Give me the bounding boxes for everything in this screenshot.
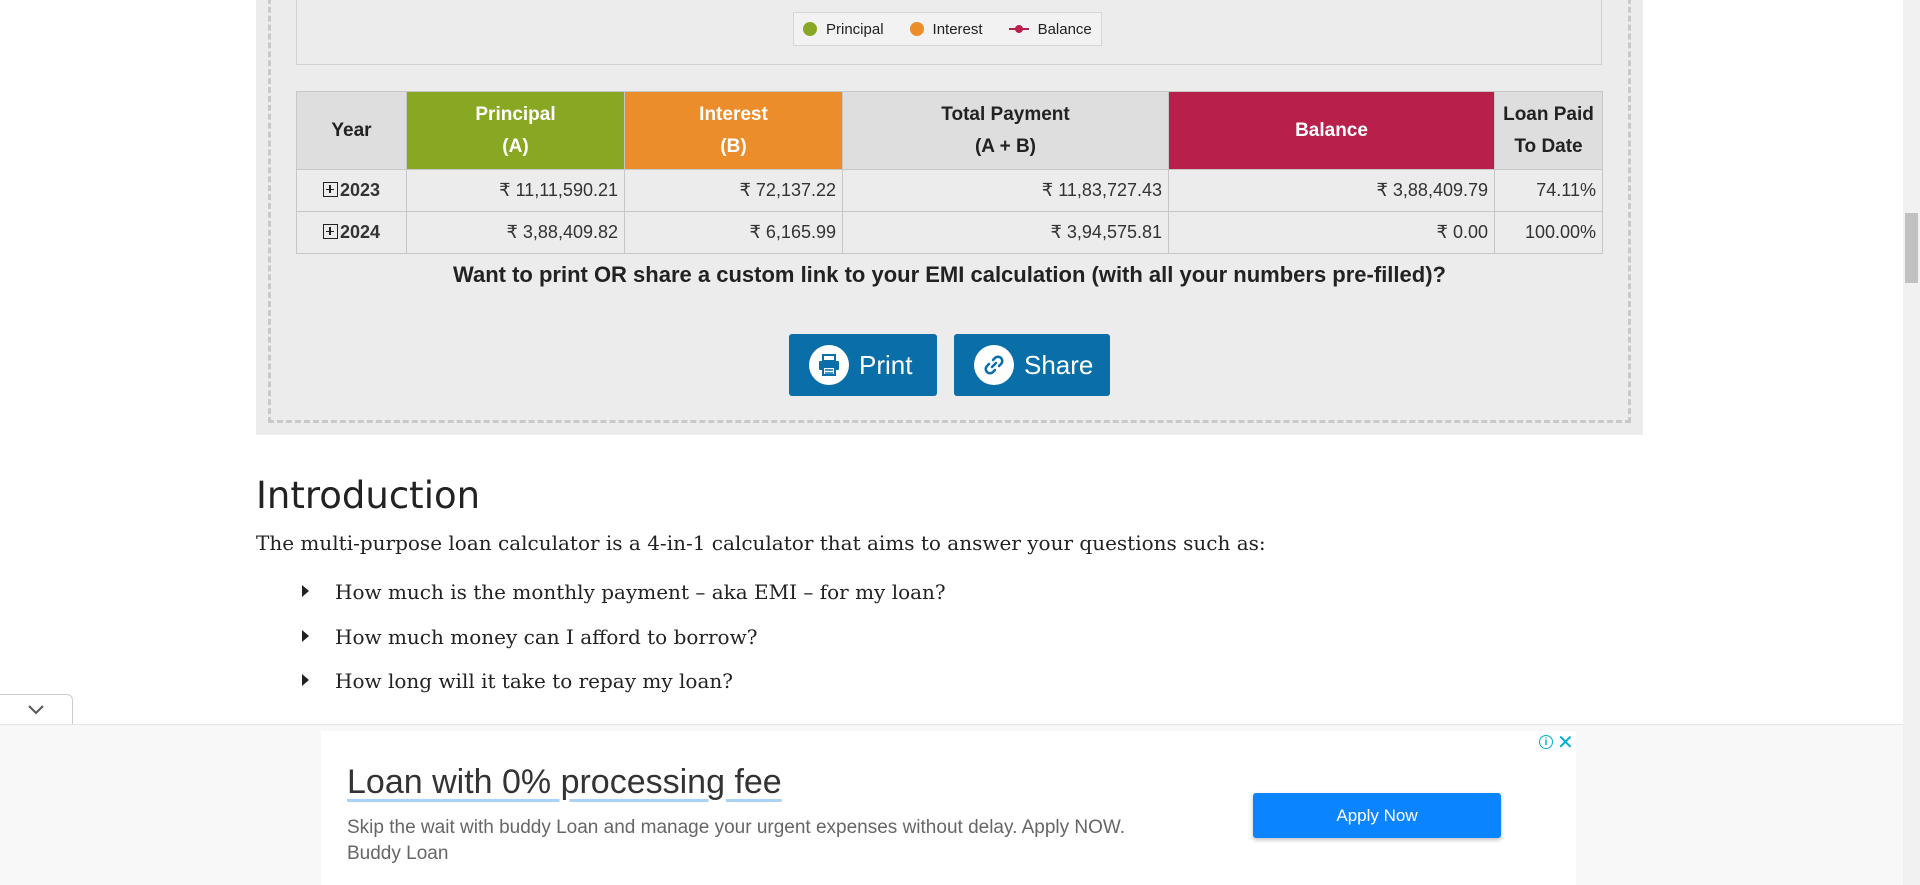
- principal-swatch: [803, 22, 817, 36]
- chart-container: Principal Interest Balance: [296, 0, 1602, 65]
- scrollbar-thumb[interactable]: [1905, 213, 1918, 283]
- legend-item-principal[interactable]: Principal: [803, 21, 884, 38]
- question-list: How much is the monthly payment – aka EM…: [302, 580, 946, 714]
- legend-label-interest: Interest: [932, 20, 983, 38]
- header-interest-sub: (B): [720, 135, 747, 157]
- principal-cell: ₹ 11,11,590.21: [406, 169, 625, 212]
- header-principal-label: Principal: [475, 103, 556, 125]
- bullet-triangle-icon: [302, 674, 309, 686]
- chevron-down-icon: [28, 704, 44, 714]
- legend-label-principal: Principal: [826, 20, 884, 38]
- share-button[interactable]: Share: [954, 334, 1110, 396]
- list-item: How long will it take to repay my loan?: [302, 669, 946, 714]
- year-value: 2023: [339, 180, 381, 200]
- header-balance: Balance: [1168, 91, 1495, 170]
- list-item: How much is the monthly payment – aka EM…: [302, 580, 946, 625]
- interest-swatch: [909, 22, 924, 36]
- printer-icon: [809, 345, 849, 385]
- ad-banner: i ✕ Loan with 0% processing fee Skip the…: [0, 724, 1920, 885]
- header-loan-paid: Loan Paid To Date: [1494, 91, 1603, 170]
- year-value: 2024: [339, 222, 381, 242]
- balance-swatch: [1008, 22, 1029, 36]
- intro-paragraph: The multi-purpose loan calculator is a 4…: [256, 531, 1266, 555]
- ad-description: Skip the wait with buddy Loan and manage…: [347, 817, 1126, 864]
- bullet-triangle-icon: [302, 629, 309, 642]
- legend-item-balance[interactable]: Balance: [1008, 20, 1092, 38]
- bullet-triangle-icon: [302, 585, 309, 597]
- header-paid-label: Loan Paid: [1503, 103, 1594, 125]
- header-year-label: Year: [331, 119, 372, 141]
- expand-icon[interactable]: [322, 182, 338, 197]
- header-interest: Interest (B): [624, 91, 843, 170]
- share-prompt: Want to print OR share a custom link to …: [453, 262, 1446, 287]
- loan-paid-cell: 74.11%: [1494, 169, 1603, 212]
- year-cell[interactable]: 2024: [296, 211, 407, 254]
- chart-legend: Principal Interest Balance: [793, 12, 1102, 46]
- header-balance-label: Balance: [1295, 119, 1368, 141]
- principal-cell: ₹ 3,88,409.82: [406, 211, 625, 254]
- year-cell[interactable]: 2023: [296, 169, 407, 212]
- expand-icon[interactable]: [322, 224, 338, 239]
- header-total-label: Total Payment: [941, 103, 1070, 125]
- interest-cell: ₹ 72,137.22: [624, 169, 843, 212]
- total-payment-cell: ₹ 11,83,727.43: [842, 169, 1169, 212]
- link-icon: [974, 345, 1014, 385]
- interest-cell: ₹ 6,165.99: [624, 211, 843, 254]
- ad-headline[interactable]: Loan with 0% processing fee: [347, 763, 782, 802]
- header-year: Year: [296, 91, 407, 170]
- header-interest-label: Interest: [699, 103, 768, 125]
- list-item-text: How long will it take to repay my loan?: [335, 669, 733, 693]
- print-button[interactable]: Print: [789, 334, 937, 396]
- header-principal: Principal (A): [406, 91, 625, 170]
- close-icon[interactable]: ✕: [1557, 730, 1574, 755]
- ad-content[interactable]: i ✕ Loan with 0% processing fee Skip the…: [321, 731, 1576, 885]
- loan-paid-cell: 100.00%: [1494, 211, 1603, 254]
- table-header-row: Year Principal (A) Interest (B) Total Pa…: [296, 91, 1603, 170]
- calculator-panel: Principal Interest Balance Year Principa…: [256, 0, 1643, 435]
- list-item-text: How much money can I afford to borrow?: [335, 624, 758, 649]
- section-title: Introduction: [256, 474, 481, 517]
- total-payment-cell: ₹ 3,94,575.81: [842, 211, 1169, 254]
- balance-cell: ₹ 0.00: [1168, 211, 1495, 254]
- header-paid-sub: To Date: [1514, 135, 1583, 157]
- list-item: How much money can I afford to borrow?: [302, 625, 946, 670]
- header-total-sub: (A + B): [974, 135, 1037, 157]
- table-row: 2023 ₹ 11,11,590.21 ₹ 72,137.22 ₹ 11,83,…: [296, 169, 1603, 212]
- header-principal-sub: (A): [502, 135, 529, 157]
- list-item-text: How much is the monthly payment – aka EM…: [335, 580, 946, 604]
- share-label: Share: [1024, 349, 1094, 380]
- legend-label-balance: Balance: [1037, 20, 1092, 38]
- apply-now-button[interactable]: Apply Now: [1253, 793, 1501, 838]
- ad-collapse-toggle[interactable]: [0, 694, 73, 724]
- legend-item-interest[interactable]: Interest: [909, 20, 983, 38]
- info-icon[interactable]: i: [1539, 735, 1553, 749]
- payment-schedule-table: Year Principal (A) Interest (B) Total Pa…: [296, 91, 1603, 254]
- page-scrollbar[interactable]: [1903, 0, 1920, 885]
- header-total-payment: Total Payment (A + B): [842, 91, 1169, 170]
- print-label: Print: [859, 349, 913, 380]
- balance-cell: ₹ 3,88,409.79: [1168, 169, 1495, 212]
- table-row: 2024 ₹ 3,88,409.82 ₹ 6,165.99 ₹ 3,94,575…: [296, 211, 1603, 254]
